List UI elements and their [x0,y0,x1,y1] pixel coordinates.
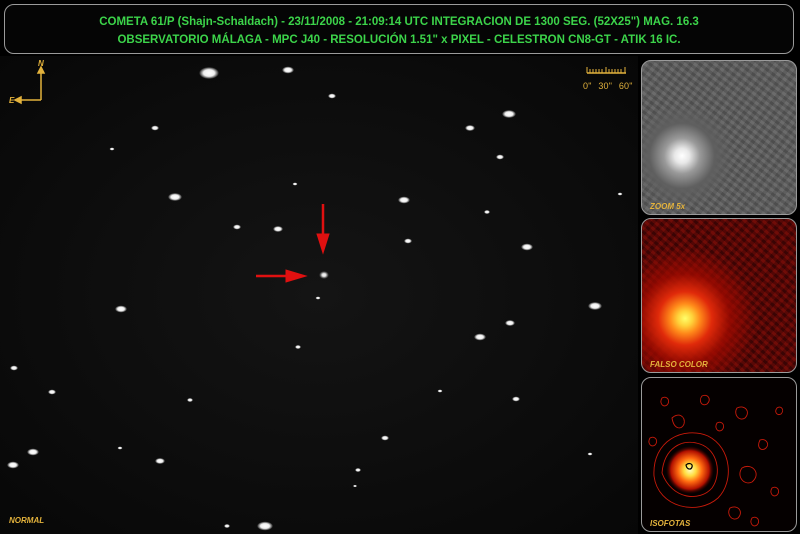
isophote-panel-label: ISOFOTAS [650,519,691,528]
star [398,196,410,204]
star [282,66,294,74]
star [155,458,165,464]
star [168,193,182,201]
star [109,147,115,151]
scale-label-60: 60" [618,81,633,91]
star [404,238,412,244]
stars [7,66,623,531]
star [328,93,336,99]
scale-label-0: 0" [583,81,592,91]
star [117,446,123,450]
star [48,389,56,395]
star [315,296,321,300]
star [273,226,283,232]
scale-label-30: 30" [598,81,613,91]
compass-north-label: N [38,59,44,68]
compass-icon [13,65,46,105]
star [465,125,475,131]
star [617,192,623,196]
isophote-panel: ISOFOTAS [641,377,797,532]
star [381,435,389,441]
arrow-right-icon [256,269,308,283]
star [199,67,219,79]
main-star-field-image: N E 0" 30" 60" NORMAL [0,56,638,534]
star [187,398,193,402]
star [295,345,301,349]
star [7,461,19,469]
zoom-panel: ZOOM 5x [641,60,797,215]
star [115,305,127,313]
star [10,365,18,371]
star [496,154,504,160]
star [355,468,361,472]
star [224,524,230,528]
comet-nucleus [319,271,329,279]
star [588,302,602,310]
caption-header: COMETA 61/P (Shajn-Schaldach) - 23/11/20… [4,4,794,54]
star [587,452,593,456]
star [27,448,39,456]
false-color-panel: FALSO COLOR [641,218,797,373]
main-image-label: NORMAL [9,516,45,525]
star [233,224,241,230]
isophote-core [666,446,714,494]
star [437,389,443,393]
false-color-panel-label: FALSO COLOR [650,360,708,369]
star [292,182,298,186]
star [521,243,533,251]
arrow-down-icon [316,204,330,255]
scale-bar-icon [586,67,626,74]
star [484,210,490,214]
star [512,396,520,402]
star [502,110,516,118]
scale-bar-labels: 0" 30" 60" [583,81,633,91]
star [353,484,357,488]
star [151,125,159,131]
caption-line-2: OBSERVATORIO MÁLAGA - MPC J40 - RESOLUCI… [117,34,681,46]
compass-east-label: E [9,96,15,105]
star-field-svg [7,65,626,531]
star [257,521,273,531]
star [505,320,515,326]
zoom-panel-label: ZOOM 5x [650,202,686,211]
star [474,333,486,341]
caption-line-1: COMETA 61/P (Shajn-Schaldach) - 23/11/20… [99,16,699,28]
isophote-contours-svg [648,394,784,527]
